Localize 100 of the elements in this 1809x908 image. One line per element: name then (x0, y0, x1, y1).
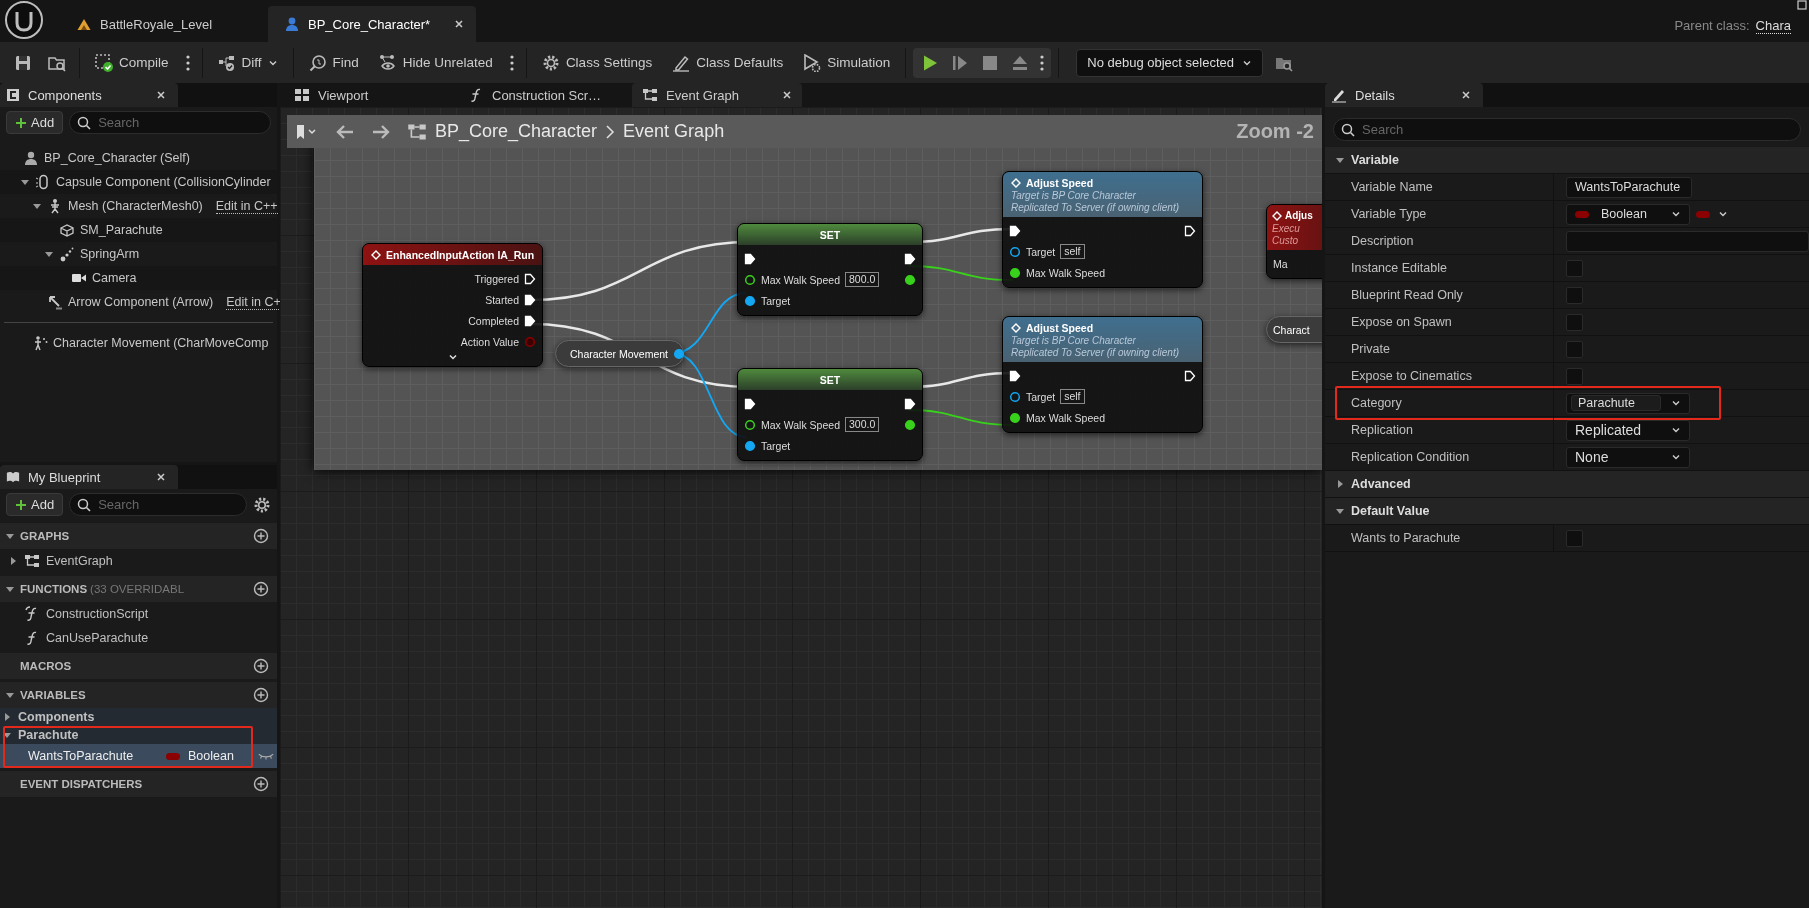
section-header[interactable]: FUNCTIONS (20, 583, 88, 595)
container-type-dropdown[interactable] (1696, 209, 1728, 219)
exec-pin-icon[interactable] (1009, 369, 1021, 382)
search-field[interactable]: Search (1333, 118, 1801, 141)
tree-item[interactable]: Capsule Component (CollisionCylinder (0, 170, 277, 194)
value-field[interactable]: 800.0 (845, 272, 880, 287)
toolbar-button[interactable]: Diff (209, 49, 286, 76)
more-options-icon[interactable] (1039, 53, 1046, 72)
checkbox[interactable] (1566, 286, 1583, 304)
dropdown[interactable]: Replicated (1566, 419, 1690, 441)
breadcrumb-item[interactable]: Event Graph (623, 121, 725, 142)
expander-icon[interactable] (20, 177, 30, 187)
add-icon[interactable] (253, 528, 269, 544)
pin-icon[interactable] (744, 439, 756, 452)
add-icon[interactable] (253, 658, 269, 674)
expander-icon[interactable] (1335, 479, 1345, 489)
checkbox[interactable] (1566, 313, 1583, 331)
dropdown[interactable]: None (1566, 446, 1690, 468)
pin-icon[interactable] (904, 273, 916, 286)
expander-icon[interactable] (8, 556, 18, 566)
bookmark-icon[interactable] (295, 123, 317, 140)
exec-pin-icon[interactable] (1009, 224, 1021, 237)
close-icon[interactable] (1461, 90, 1471, 100)
edit-link[interactable]: Edit in C++ (215, 198, 278, 214)
forward-arrow-icon[interactable] (371, 123, 391, 140)
debug-object-dropdown[interactable]: No debug object selected (1076, 48, 1263, 77)
exec-pin-icon[interactable] (524, 314, 536, 327)
toolbar-button[interactable]: Find (300, 49, 367, 76)
back-arrow-icon[interactable] (335, 123, 355, 140)
toolbar-button[interactable]: Compile (87, 49, 177, 76)
pin-icon[interactable] (1009, 390, 1021, 403)
graph-node[interactable]: SET Max Walk Speed 300.0 Target (737, 368, 923, 461)
expander-icon[interactable] (5, 690, 15, 700)
chevron-icon[interactable] (447, 352, 458, 362)
logo-icon[interactable] (4, 0, 44, 40)
close-icon[interactable] (782, 90, 792, 100)
expander-icon[interactable] (44, 249, 54, 259)
close-icon[interactable] (156, 90, 166, 100)
type-dropdown[interactable]: Boolean (1566, 203, 1690, 225)
expander-icon[interactable] (32, 201, 42, 211)
graph-tab[interactable]: Viewport (284, 83, 454, 107)
exec-pin-icon[interactable] (904, 397, 916, 410)
pin-icon[interactable] (673, 347, 686, 360)
value-field[interactable]: 300.0 (845, 417, 880, 432)
breadcrumb-item[interactable]: BP_Core_Character (435, 121, 598, 142)
expander-icon[interactable] (5, 584, 15, 594)
graph-canvas[interactable] (280, 107, 1322, 908)
document-tab[interactable]: BattleRoyale_Level (60, 6, 268, 42)
graph-node[interactable]: SET Max Walk Speed 800.0 Target (737, 223, 923, 316)
value-field[interactable]: self (1060, 389, 1085, 404)
pin-icon[interactable] (744, 273, 756, 286)
add-icon[interactable] (253, 687, 269, 703)
settings-icon[interactable] (253, 495, 271, 514)
value-field[interactable]: self (1060, 244, 1085, 259)
text-field[interactable]: WantsToParachute (1566, 176, 1692, 198)
add-icon[interactable] (253, 776, 269, 792)
toolbar-button[interactable]: Simulation (795, 49, 899, 76)
pin-icon[interactable] (744, 294, 756, 307)
tree-item[interactable]: Mesh (CharacterMesh0) Edit in C++ (0, 194, 277, 218)
toolbar-button[interactable]: Class Settings (533, 49, 661, 76)
exec-pin-icon[interactable] (524, 293, 536, 306)
list-item[interactable]: ConstructionScript (0, 602, 277, 626)
checkbox[interactable] (1566, 340, 1583, 358)
section-header[interactable]: VARIABLES (20, 689, 86, 701)
pin-icon[interactable] (904, 418, 916, 431)
graph-tab[interactable]: Event Graph (632, 83, 802, 107)
section-header[interactable]: GRAPHS (20, 530, 70, 542)
checkbox[interactable] (1566, 367, 1583, 385)
graph-node[interactable]: Adjust Speed Target is BP Core Character Replicated To Server (if owning client) Target self Max Walk Speed (1002, 171, 1203, 288)
variable-item[interactable]: WantsToParachute Boolean (0, 744, 277, 768)
expander-icon[interactable] (1335, 155, 1345, 165)
graph-node[interactable]: Adjus Execu Custo Ma (1266, 204, 1322, 279)
tree-item[interactable]: Character Movement (CharMoveComp (0, 331, 277, 355)
list-item[interactable]: EventGraph (0, 549, 277, 573)
panel-tab[interactable]: Components (0, 83, 178, 107)
section-header[interactable]: Variable (1351, 153, 1399, 167)
toolbar-button[interactable]: Hide Unrelated (370, 49, 501, 76)
expander-icon[interactable] (2, 730, 12, 740)
panel-tab[interactable]: My Blueprint (0, 465, 178, 489)
list-item[interactable]: CanUseParachute (0, 626, 277, 650)
pin-icon[interactable] (1009, 411, 1021, 424)
pin-icon[interactable] (1009, 266, 1021, 279)
pin-icon[interactable] (1009, 245, 1021, 258)
section-header[interactable]: MACROS (20, 660, 72, 672)
graph-tab[interactable]: Construction Scr… (458, 83, 628, 107)
exec-pin-icon[interactable] (744, 397, 756, 410)
checkbox[interactable] (1566, 529, 1583, 547)
pin-icon[interactable] (744, 418, 756, 431)
parent-class-link[interactable]: Chara (1755, 18, 1791, 34)
exec-pin-icon[interactable] (744, 252, 756, 265)
exec-pin-icon[interactable] (1184, 369, 1196, 382)
section-header[interactable]: Advanced (1351, 477, 1411, 491)
document-tab[interactable]: BP_Core_Character* (268, 6, 476, 42)
graph-node[interactable]: EnhancedInputAction IA_Run Triggered Started Completed Action Value (362, 243, 543, 367)
exec-pin-icon[interactable] (904, 252, 916, 265)
tree-item[interactable]: BP_Core_Character (Self) (0, 146, 277, 170)
closed-eye-icon[interactable] (257, 751, 275, 761)
category-combo-box[interactable]: Parachute (1566, 392, 1690, 414)
graph-node[interactable]: Charact (1266, 316, 1322, 343)
add-icon[interactable] (253, 581, 269, 597)
